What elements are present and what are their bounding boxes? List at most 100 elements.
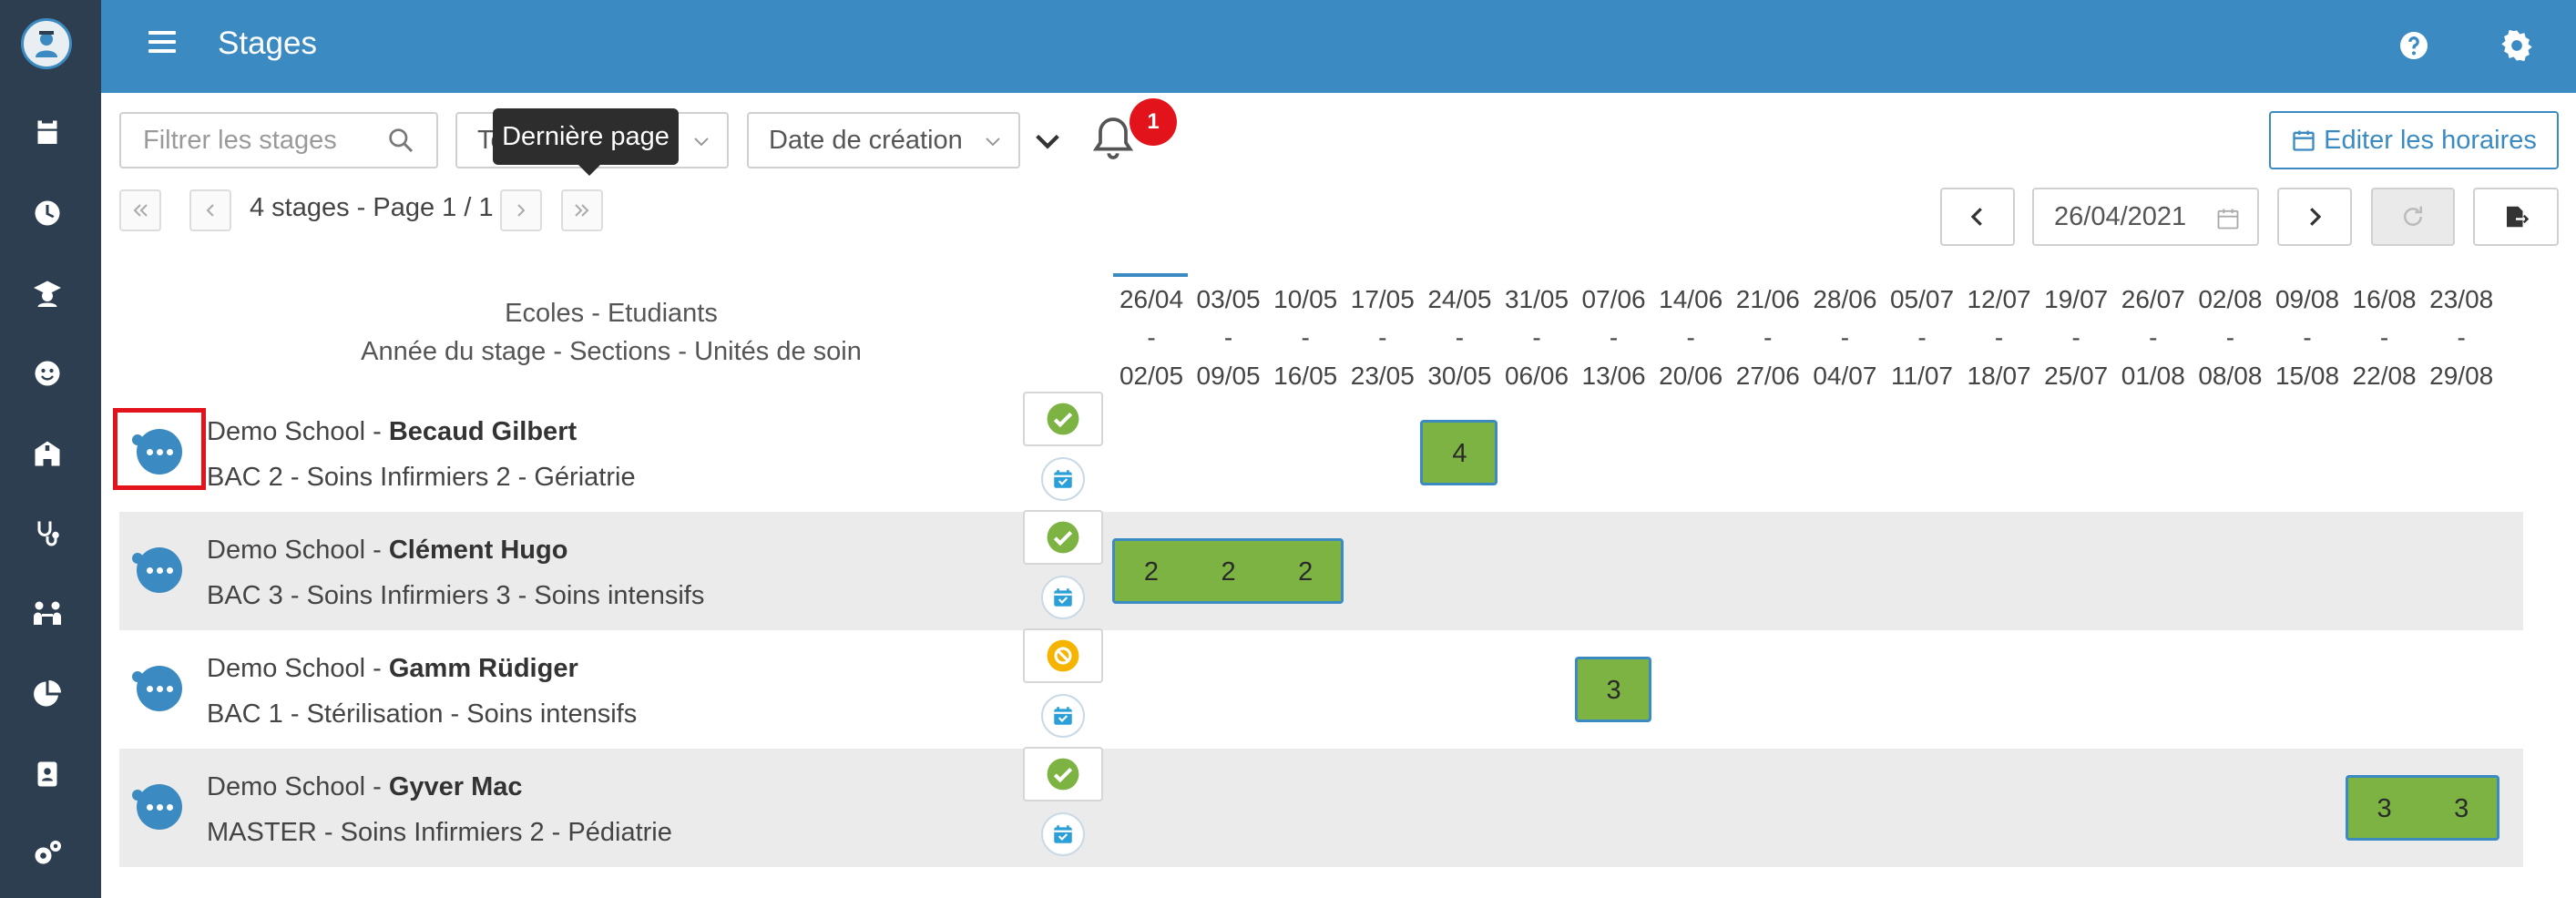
week-end: 13/06 [1581,362,1646,390]
student-name: Becaud Gilbert [388,417,578,446]
previous-week-button[interactable] [1940,188,2015,246]
badge-icon[interactable] [26,752,69,796]
chevron-right-icon [517,204,526,217]
next-page-button[interactable] [500,189,542,231]
status-button[interactable] [1023,628,1103,683]
stethoscope-icon[interactable] [26,512,69,556]
first-page-button[interactable] [119,189,161,231]
status-button[interactable] [1023,510,1103,565]
row-school-student: Demo School - Gyver Mac [207,772,523,802]
status-button[interactable] [1023,392,1103,446]
edit-schedule-button[interactable]: Editer les horaires [2269,111,2559,169]
week-header: 28/06 - 04/07 [1805,281,1884,395]
smiley-icon[interactable] [26,352,69,395]
schedule-button[interactable] [1041,576,1085,619]
check-circle-icon [1047,403,1079,435]
week-separator: - [1840,323,1850,352]
student-name: Gamm Rüdiger [388,654,578,683]
week-start: 31/05 [1504,285,1569,313]
pie-chart-icon[interactable] [26,672,69,716]
schedule-button[interactable] [1041,812,1085,856]
week-start: 10/05 [1273,285,1338,313]
row-school-student: Demo School - Gamm Rüdiger [207,654,578,684]
week-end: 01/08 [2121,362,2185,390]
week-start: 19/07 [2044,285,2109,313]
date-input[interactable]: 26/04/2021 [2032,188,2259,246]
export-button[interactable] [2473,188,2559,246]
week-separator: - [2149,323,2158,352]
stage-block[interactable]: 33 [2345,775,2499,841]
next-week-button[interactable] [2277,188,2352,246]
chevron-down-icon [694,138,709,147]
week-end: 27/06 [1735,362,1800,390]
sort-select[interactable]: Date de création [747,112,1020,168]
week-separator: - [1147,323,1156,352]
week-start: 07/06 [1581,285,1646,313]
week-separator: - [1609,323,1619,352]
week-separator: - [1917,323,1927,352]
week-separator: - [1686,323,1695,352]
week-header: 10/05 - 16/05 [1266,281,1344,395]
week-separator: - [1301,323,1310,352]
app-logo[interactable] [21,18,72,69]
clock-icon[interactable] [26,191,69,235]
row-actions-button[interactable] [137,429,182,475]
graduate-icon[interactable] [26,271,69,315]
calendar-check-icon [1054,588,1072,607]
sort-direction-chevron-icon[interactable] [1032,126,1063,157]
stage-block[interactable]: 4 [1420,420,1498,485]
stage-block-count: 3 [2377,794,2392,823]
current-week-indicator [1113,273,1188,277]
refresh-button[interactable] [2371,188,2455,246]
week-end: 30/05 [1427,362,1492,390]
check-circle-icon [1047,758,1079,791]
help-icon[interactable] [2396,27,2432,64]
menu-icon[interactable] [148,31,176,58]
week-header: 07/06 - 13/06 [1575,281,1653,395]
export-icon [2507,206,2530,228]
settings-gear-icon[interactable] [2499,27,2535,64]
gears-icon[interactable] [26,832,69,876]
chevron-down-icon [986,138,1000,147]
week-separator: - [2071,323,2080,352]
week-end: 16/05 [1273,362,1338,390]
calendar-check-icon [1054,825,1072,843]
chevron-left-icon [206,204,214,217]
week-header: 12/07 - 18/07 [1960,281,2039,395]
week-end: 15/08 [2274,362,2340,390]
week-end: 04/07 [1813,362,1877,390]
status-button[interactable] [1023,747,1103,801]
week-end: 20/06 [1659,362,1723,390]
school-name: Demo School - [207,654,389,683]
refresh-icon [2404,206,2422,226]
week-separator: - [2303,323,2312,352]
week-header: 31/05 - 06/06 [1498,281,1576,395]
top-bar: Stages [101,0,2576,93]
schedule-button[interactable] [1041,457,1085,501]
week-end: 09/05 [1196,362,1261,390]
week-separator: - [1223,323,1233,352]
school-icon[interactable] [26,432,69,475]
previous-page-button[interactable] [189,189,231,231]
stage-block-count: 2 [1298,557,1314,587]
schedule-button[interactable] [1041,694,1085,738]
people-icon[interactable] [26,592,69,636]
week-end: 06/06 [1504,362,1569,390]
week-header: 14/06 - 20/06 [1651,281,1730,395]
stage-block-count: 2 [1143,557,1160,587]
stage-block[interactable]: 2 2 2 [1112,538,1344,604]
stage-block[interactable]: 3 [1574,657,1652,722]
week-start: 17/05 [1350,285,1415,313]
row-actions-button[interactable] [137,784,182,830]
week-end: 25/07 [2044,362,2109,390]
calendar-icon[interactable] [26,111,69,155]
row-actions-button[interactable] [137,666,182,711]
last-page-button[interactable] [561,189,603,231]
row-details: BAC 3 - Soins Infirmiers 3 - Soins inten… [207,581,705,610]
date-value: 26/04/2021 [2054,201,2187,231]
edit-schedule-label: Editer les horaires [2324,125,2537,155]
table-row [119,630,2523,749]
row-actions-button[interactable] [137,547,182,593]
row-details: BAC 1 - Stérilisation - Soins intensifs [207,699,638,729]
last-page-tooltip: Dernière page [493,108,679,176]
